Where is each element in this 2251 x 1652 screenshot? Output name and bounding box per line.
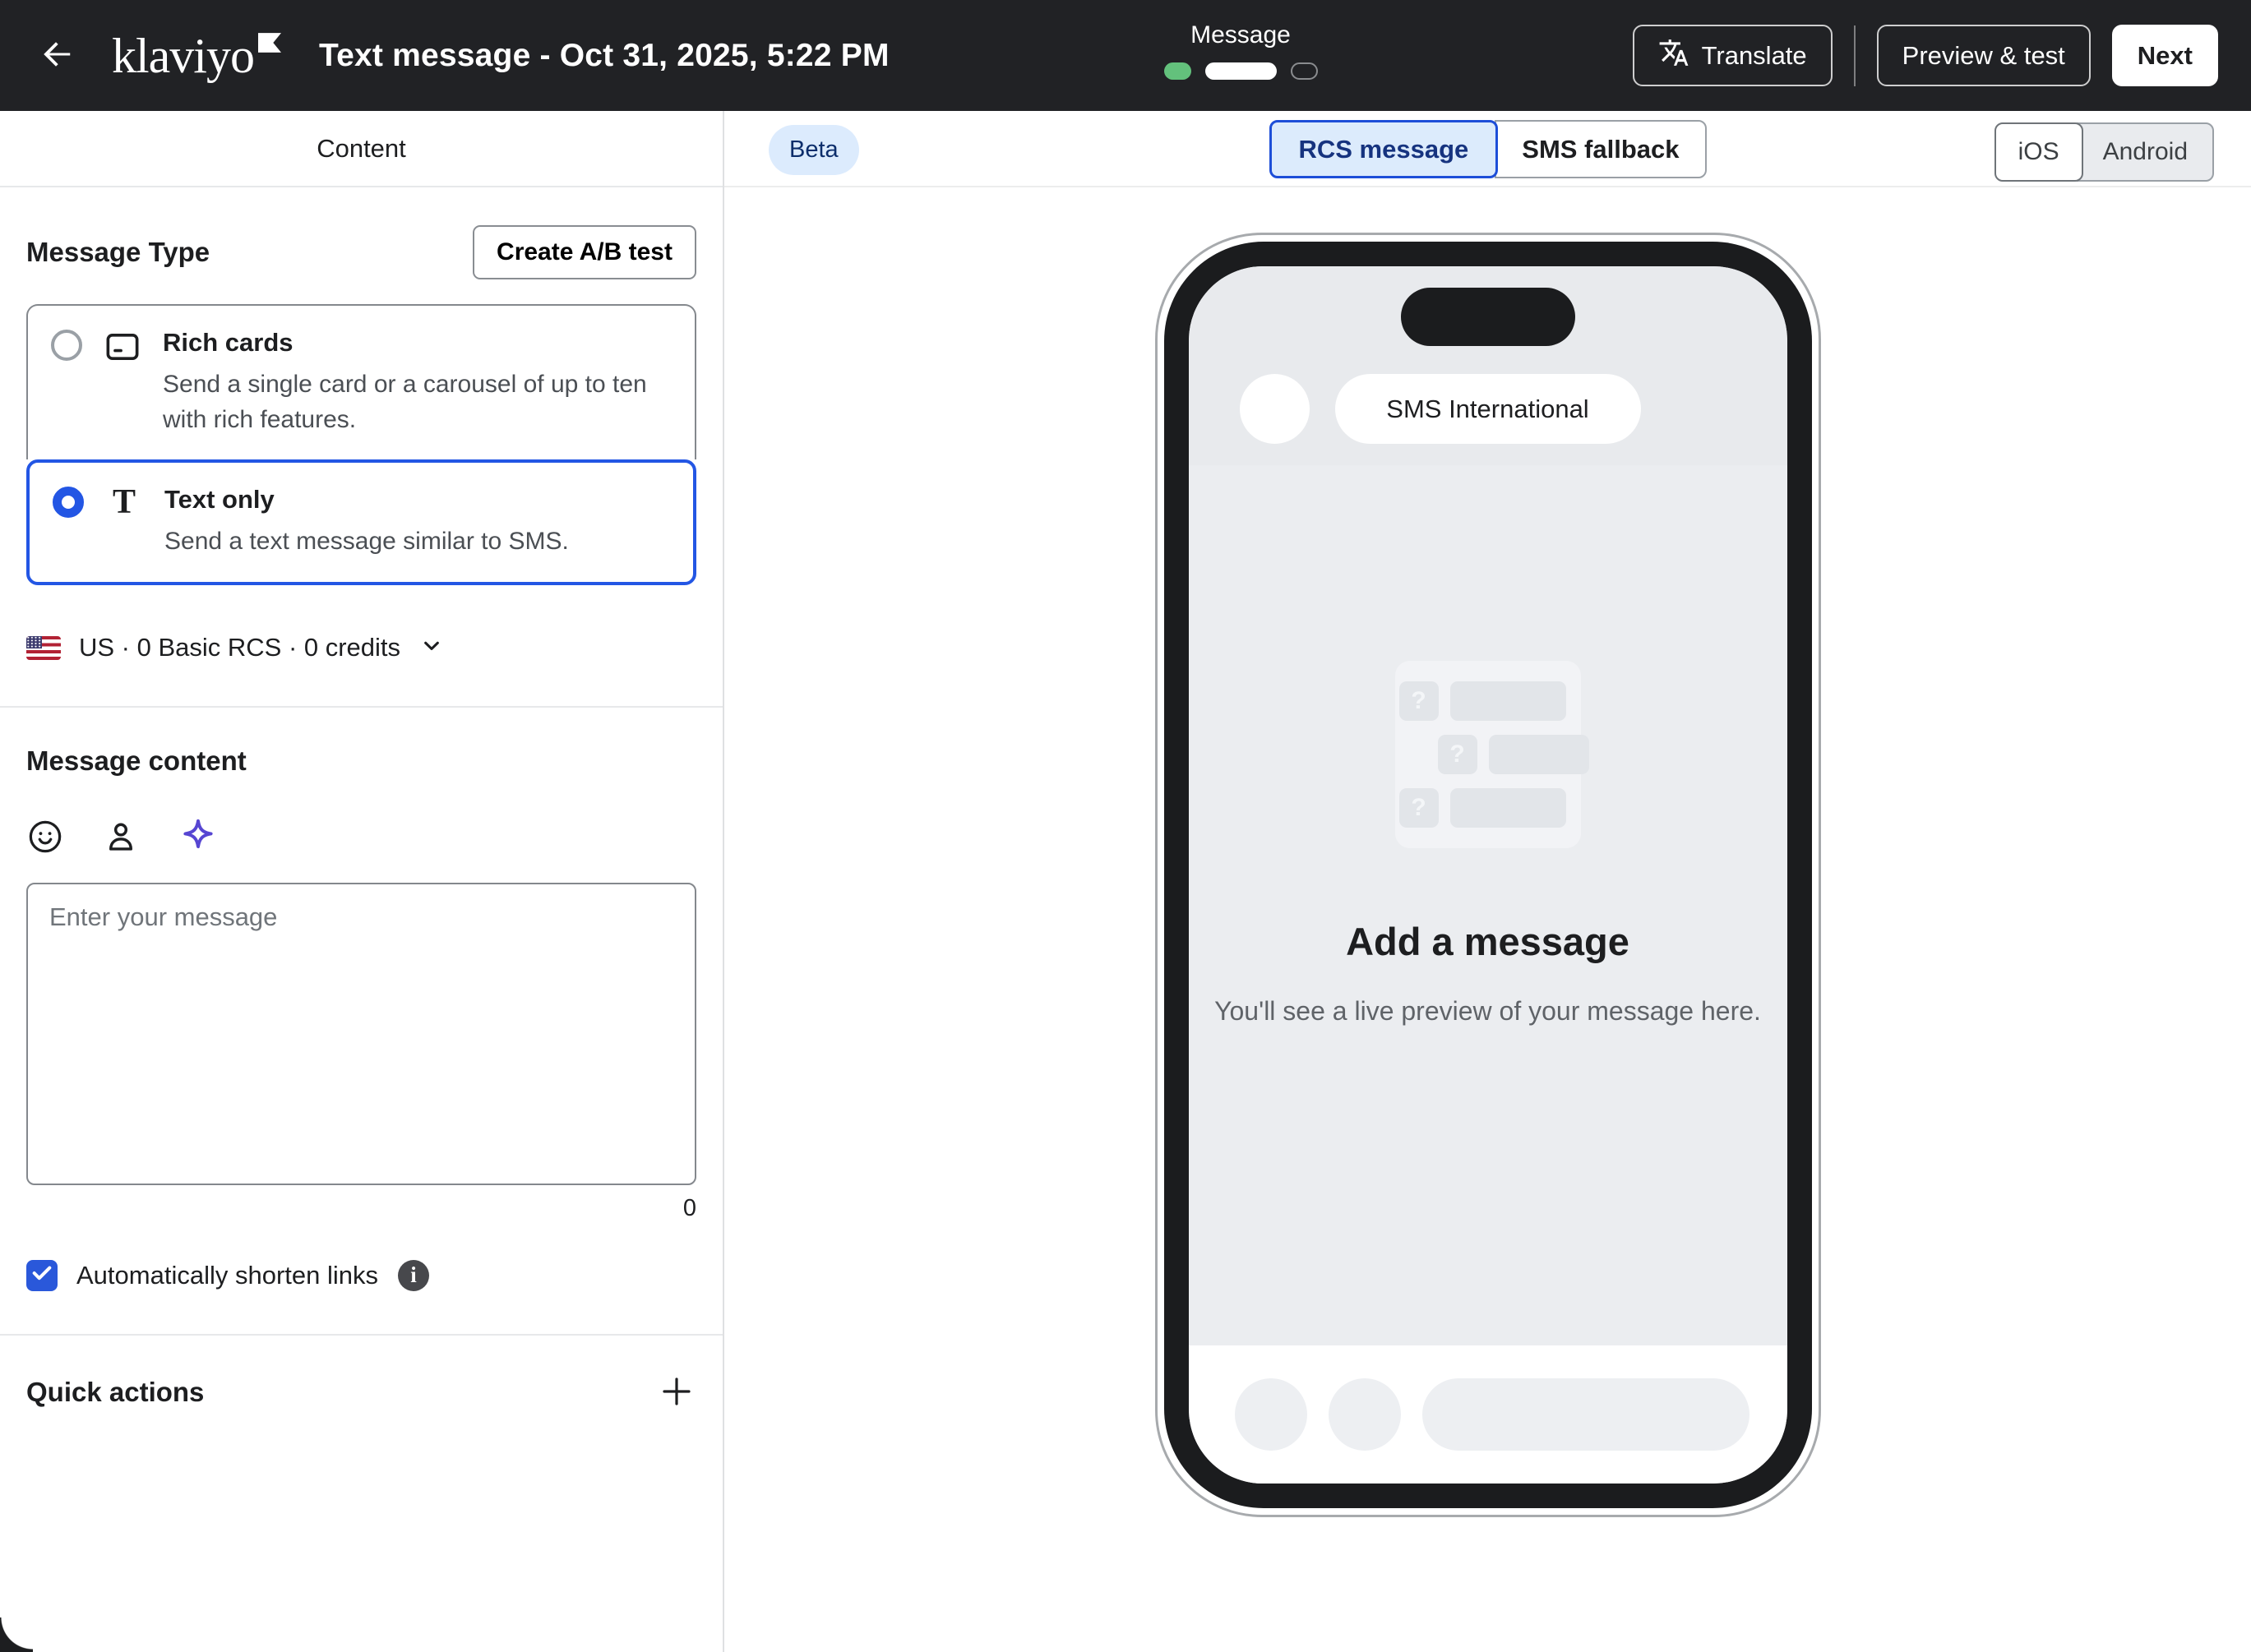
preview-toolbar: Beta RCS message SMS fallback iOS Androi… [724,111,2251,187]
top-bar: klaviyo Text message - Oct 31, 2025, 5:2… [0,0,2251,111]
rich-card-icon [104,328,141,437]
step-label: Message [1190,21,1291,49]
empty-state-title: Add a message [1189,919,1787,964]
step-pill-current [1205,62,1277,80]
placeholder-bar [1489,735,1589,774]
camera-button-placeholder [1235,1378,1307,1451]
platform-toggle: iOS Android [1994,122,2214,182]
shorten-links-checkbox[interactable] [26,1260,58,1291]
next-button[interactable]: Next [2112,25,2218,86]
option-rich-cards[interactable]: Rich cards Send a single card or a carou… [26,304,696,459]
message-tabs: RCS message SMS fallback [1269,120,1706,178]
phone-screen: SMS International ? ? [1189,266,1787,1484]
klaviyo-logo: klaviyo [112,31,281,81]
phone-bezel: SMS International ? ? [1164,242,1812,1508]
section-divider [0,1334,723,1336]
ai-sparkle-icon [178,816,219,860]
preview-test-label: Preview & test [1902,41,2065,71]
klaviyo-flag-icon [258,33,281,57]
message-type-heading: Message Type [26,237,210,268]
translate-button[interactable]: Translate [1633,25,1833,86]
placeholder-bar [1450,681,1566,721]
question-placeholder-icon: ? [1399,681,1439,721]
quick-actions-heading: Quick actions [26,1377,204,1408]
text-only-icon: T [105,485,143,560]
arrow-left-icon [37,35,75,76]
phone-chat-area: ? ? ? Add a messa [1189,465,1787,1345]
emoji-picker-button[interactable] [26,818,64,858]
question-placeholder-icon: ? [1399,788,1439,828]
page-title: Text message - Oct 31, 2025, 5:22 PM [319,38,890,74]
content-sidebar: Content Message Type Create A/B test [0,111,724,1652]
toolbar-divider [1854,25,1856,86]
translate-icon [1658,37,1689,75]
message-content-heading: Message content [26,745,696,777]
message-type-options: Rich cards Send a single card or a carou… [26,304,696,585]
back-button[interactable] [33,33,79,79]
personalization-button[interactable] [102,818,140,858]
empty-state-subtitle: You'll see a live preview of your messag… [1213,993,1763,1030]
radio-text-only[interactable] [53,487,84,518]
add-quick-action-button[interactable] [657,1372,696,1414]
chevron-down-icon [418,633,445,663]
sending-profile-dropdown[interactable]: US · 0 Basic RCS · 0 credits [26,633,696,663]
preview-panel: Beta RCS message SMS fallback iOS Androi… [724,111,2251,1652]
question-placeholder-icon: ? [1438,735,1477,774]
option-title: Rich cards [163,328,672,358]
shorten-links-label: Automatically shorten links [76,1261,378,1290]
step-pill-upcoming [1291,62,1318,80]
sidebar-titlebar: Content [0,111,723,187]
option-title: Text only [164,485,569,515]
option-text-only[interactable]: T Text only Send a text message similar … [26,459,696,585]
dynamic-island [1401,288,1575,346]
step-pills [1164,62,1318,80]
section-divider [0,706,723,708]
step-pill-complete [1164,62,1191,80]
character-count: 0 [26,1195,696,1222]
sidebar-title: Content [317,134,406,164]
translate-label: Translate [1702,41,1807,71]
text-input-placeholder [1422,1378,1749,1451]
window-corner-artifact [0,1617,33,1652]
emoji-icon [26,818,64,858]
plus-icon [657,1372,696,1414]
tab-rcs-message[interactable]: RCS message [1269,120,1498,178]
apps-button-placeholder [1329,1378,1401,1451]
step-progress: Message [1162,21,1319,80]
message-input[interactable] [26,883,696,1185]
radio-rich-cards[interactable] [51,330,82,361]
create-ab-test-button[interactable]: Create A/B test [473,225,696,279]
toggle-ios[interactable]: iOS [1994,122,2083,182]
ai-assistant-button[interactable] [178,816,219,860]
beta-badge: Beta [769,125,859,175]
sending-profile-label: US · 0 Basic RCS · 0 credits [79,633,400,662]
sender-name-pill: SMS International [1335,374,1641,444]
preview-test-button[interactable]: Preview & test [1877,25,2091,86]
placeholder-bar [1450,788,1566,828]
toggle-android[interactable]: Android [2077,122,2214,182]
option-description: Send a single card or a carousel of up t… [163,367,672,437]
empty-state-illustration: ? ? ? [1395,661,1581,848]
info-icon[interactable]: i [398,1260,429,1291]
klaviyo-wordmark: klaviyo [112,31,254,81]
checkmark-icon [30,1262,53,1289]
sender-avatar [1240,374,1310,444]
us-flag-icon [26,636,61,660]
person-icon [102,818,140,858]
phone-input-bar [1189,1345,1787,1484]
option-description: Send a text message similar to SMS. [164,524,569,560]
tab-sms-fallback[interactable]: SMS fallback [1495,120,1706,178]
phone-mockup: SMS International ? ? [1155,233,1821,1517]
